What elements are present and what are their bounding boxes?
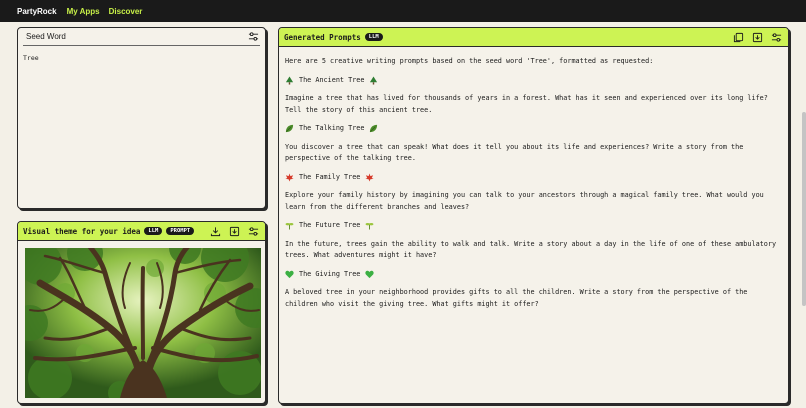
prompt-heading: The Giving Tree [285,269,782,281]
generated-prompts-header: Generated Prompts LLM [279,28,788,47]
llm-badge: LLM [144,227,163,235]
settings-sliders-icon[interactable] [247,225,260,238]
nav-my-apps[interactable]: My Apps [67,7,100,16]
visual-theme-title: Visual theme for your idea [23,226,141,236]
seed-word-card: Seed Word Tree [17,27,266,209]
prompt-heading: The Ancient Tree [285,75,782,87]
seed-word-header: Seed Word [23,28,260,46]
prompt-body: Explore your family history by imagining… [285,191,764,211]
download-icon[interactable] [209,225,222,238]
seedling-icon [285,221,294,230]
evergreen-tree-icon [369,76,378,85]
green-heart-icon [365,270,375,279]
save-icon[interactable] [228,225,241,238]
settings-sliders-icon[interactable] [770,31,783,44]
generated-prompts-content: Here are 5 creative writing prompts base… [279,47,788,310]
generated-prompts-title: Generated Prompts [284,32,361,42]
seed-word-title: Seed Word [26,32,66,41]
top-nav-bar: PartyRock My Apps Discover [0,0,806,22]
prompt-badge: PROMPT [166,227,195,235]
generated-prompts-card: Generated Prompts LLM Here are 5 creativ… [278,27,789,404]
prompt-body: A beloved tree in your neighborhood prov… [285,288,748,308]
evergreen-tree-icon [285,76,294,85]
prompt-heading: The Talking Tree [285,123,782,135]
prompt-heading: The Family Tree [285,172,782,184]
copy-icon[interactable] [732,31,745,44]
prompts-intro: Here are 5 creative writing prompts base… [285,57,654,65]
visual-theme-card: Visual theme for your idea LLM PROMPT [17,221,266,404]
page-scrollbar[interactable] [802,112,806,306]
seed-word-input[interactable]: Tree [18,46,265,70]
brand-logo[interactable]: PartyRock [17,7,57,16]
settings-sliders-icon[interactable] [247,30,260,43]
prompt-body: Imagine a tree that has lived for thousa… [285,94,768,114]
nav-discover[interactable]: Discover [109,7,143,16]
leaf-icon [369,124,378,133]
prompt-body: You discover a tree that can speak! What… [285,142,744,163]
maple-leaf-icon [365,173,374,182]
llm-badge: LLM [364,33,383,41]
seedling-icon [365,221,374,230]
visual-theme-header: Visual theme for your idea LLM PROMPT [18,222,265,241]
maple-leaf-icon [285,173,294,182]
prompt-heading: The Future Tree [285,220,782,232]
prompt-body: In the future, trees gain the ability to… [285,239,777,260]
save-icon[interactable] [751,31,764,44]
leaf-icon [285,124,294,133]
tree-canopy-image [25,248,261,398]
green-heart-icon [285,270,294,279]
